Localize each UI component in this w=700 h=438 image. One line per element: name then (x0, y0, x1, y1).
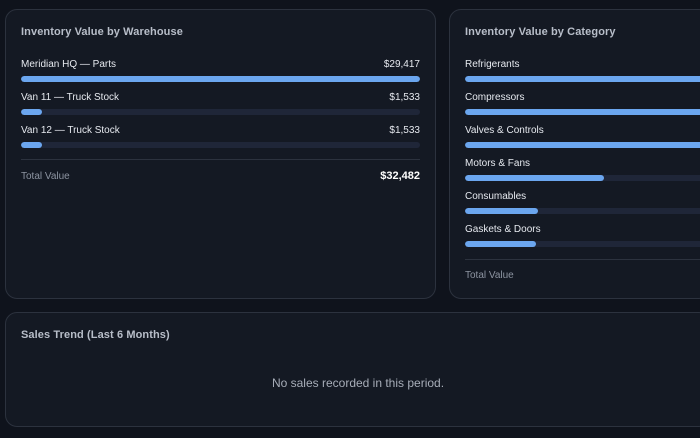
value-bar-fill (465, 109, 700, 115)
divider (465, 259, 700, 260)
category-row: Motors & Fans (465, 158, 700, 182)
card-title: Sales Trend (Last 6 Months) (21, 329, 170, 341)
category-row: Refrigerants (465, 59, 700, 83)
value-bar-track (465, 208, 700, 214)
value-bar-fill (21, 109, 42, 115)
warehouse-value: $29,417 (383, 59, 420, 70)
value-bar-track (21, 109, 420, 115)
warehouse-value: $1,533 (389, 92, 420, 103)
category-row: Valves & Controls (465, 125, 700, 149)
value-bar-track (465, 241, 700, 247)
value-bar-track (21, 76, 420, 82)
value-bar-fill (465, 175, 604, 181)
card-title: Inventory Value by Category (465, 26, 616, 38)
divider (21, 159, 420, 160)
category-name: Gaskets & Doors (465, 224, 541, 235)
category-row: Compressors (465, 92, 700, 116)
total-label: Total Value (21, 171, 70, 182)
category-row: Consumables (465, 191, 700, 215)
category-name: Consumables (465, 191, 527, 202)
total-value: $32,482 (380, 170, 420, 182)
warehouse-row: Van 12 — Truck Stock $1,533 (21, 125, 420, 149)
warehouse-row: Meridian HQ — Parts $29,417 (21, 59, 420, 83)
value-bar-track (21, 142, 420, 148)
warehouse-value: $1,533 (389, 125, 420, 136)
category-name: Refrigerants (465, 59, 520, 70)
warehouse-name: Van 11 — Truck Stock (21, 92, 120, 103)
value-bar-track (465, 76, 700, 82)
value-bar-fill (21, 142, 42, 148)
category-row: Gaskets & Doors (465, 224, 700, 248)
value-bar-track (465, 175, 700, 181)
value-bar-track (465, 142, 700, 148)
empty-state-message: No sales recorded in this period. (271, 376, 445, 390)
value-bar-fill (21, 76, 420, 82)
sales-trend-card: Sales Trend (Last 6 Months) No sales rec… (5, 312, 700, 427)
warehouse-row: Van 11 — Truck Stock $1,533 (21, 92, 420, 116)
category-name: Valves & Controls (465, 125, 544, 136)
value-bar-fill (465, 241, 536, 247)
category-name: Motors & Fans (465, 158, 531, 169)
category-name: Compressors (465, 92, 525, 103)
inventory-by-warehouse-card: Inventory Value by Warehouse Meridian HQ… (5, 9, 436, 299)
warehouse-name: Meridian HQ — Parts (21, 59, 117, 70)
inventory-by-category-card: Inventory Value by Category Refrigerants… (449, 9, 700, 299)
card-title: Inventory Value by Warehouse (21, 26, 183, 38)
value-bar-fill (465, 208, 539, 214)
total-label: Total Value (465, 270, 514, 281)
warehouse-name: Van 12 — Truck Stock (21, 125, 120, 136)
value-bar-fill (465, 142, 700, 148)
value-bar-track (465, 109, 700, 115)
value-bar-fill (465, 76, 700, 82)
